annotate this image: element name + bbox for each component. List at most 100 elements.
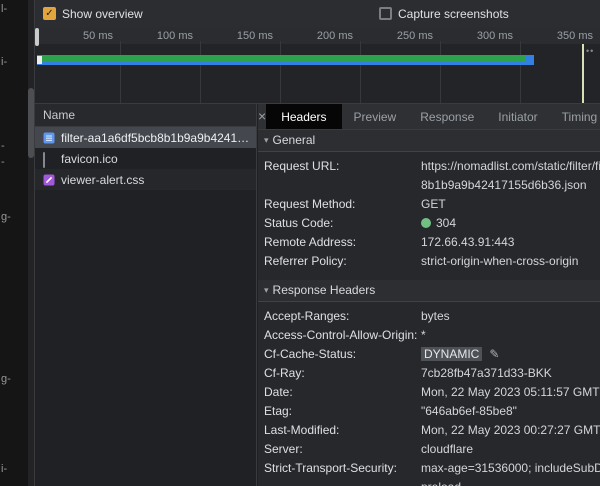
grid-line: [440, 41, 441, 103]
request-waterfall-bar[interactable]: [37, 55, 534, 65]
header-value: Mon, 22 May 2023 05:11:57 GMT: [421, 383, 600, 402]
devtools-network-panel: ✓ Show overview Capture screenshots 50 m…: [34, 0, 600, 486]
close-icon[interactable]: ×: [258, 104, 266, 129]
capture-screenshots-checkbox[interactable]: [379, 7, 392, 20]
details-tab-bar: × Headers Preview Response Initiator Tim…: [258, 104, 600, 130]
chevron-down-icon: ▾: [264, 130, 269, 151]
page-text-fragment: i-: [1, 463, 7, 475]
tab-timing[interactable]: Timing: [550, 104, 600, 129]
page-text-fragment: g-: [1, 211, 11, 223]
header-label: Remote Address:: [264, 233, 421, 252]
header-label: Etag:: [264, 402, 421, 421]
show-overview-label[interactable]: Show overview: [62, 7, 143, 21]
request-name: viewer-alert.css: [61, 173, 144, 187]
header-value: "646ab6ef-85be8": [421, 402, 517, 421]
response-headers-section-header[interactable]: ▾ Response Headers: [258, 280, 600, 302]
tab-preview[interactable]: Preview: [342, 104, 409, 129]
network-overview-timeline[interactable]: 50 ms 100 ms 150 ms 200 ms 250 ms 300 ms…: [35, 27, 600, 103]
header-row-accept-ranges: Accept-Ranges: bytes: [264, 307, 600, 326]
header-row-request-method: Request Method: GET: [264, 195, 600, 214]
header-label: Strict-Transport-Security:: [264, 459, 421, 486]
header-label: Cf-Ray:: [264, 364, 421, 383]
header-row-last-modified: Last-Modified: Mon, 22 May 2023 00:27:27…: [264, 421, 600, 440]
section-title: Response Headers: [273, 280, 376, 301]
request-row-viewer-alert-css[interactable]: viewer-alert.css: [35, 169, 256, 190]
page-text-fragment: l-: [1, 3, 7, 15]
request-bar-start-cap: [37, 56, 42, 64]
sts-line1: max-age=31536000; includeSubDo: [421, 459, 600, 478]
request-url-line2: 8b1b9a9b42417155d6b36.json: [421, 176, 600, 195]
css-file-icon: [43, 174, 55, 186]
header-value: strict-origin-when-cross-origin: [421, 252, 578, 271]
page-text-fragment: i-: [1, 56, 7, 68]
request-details-pane: × Headers Preview Response Initiator Tim…: [258, 104, 600, 486]
show-overview-checkbox[interactable]: ✓: [43, 7, 56, 20]
page-text-fragment: g-: [1, 373, 11, 385]
network-options-toolbar: ✓ Show overview Capture screenshots: [35, 0, 600, 27]
overview-left-grip[interactable]: [35, 28, 39, 46]
request-url-line1: https://nomadlist.com/static/filter/fil: [421, 157, 600, 176]
general-section-header[interactable]: ▾ General: [258, 130, 600, 152]
header-value: https://nomadlist.com/static/filter/fil …: [421, 157, 600, 195]
tab-initiator[interactable]: Initiator: [486, 104, 549, 129]
page-text-fragment: -: [1, 140, 5, 152]
grid-line: [520, 41, 521, 103]
header-row-date: Date: Mon, 22 May 2023 05:11:57 GMT: [264, 383, 600, 402]
header-value: cloudflare: [421, 440, 473, 459]
time-tick-label: 350 ms: [529, 30, 593, 42]
header-row-access-control-allow-origin: Access-Control-Allow-Origin: *: [264, 326, 600, 345]
time-tick-label: 250 ms: [369, 30, 433, 42]
header-row-etag: Etag: "646ab6ef-85be8": [264, 402, 600, 421]
tab-response[interactable]: Response: [408, 104, 486, 129]
response-headers-rows: Accept-Ranges: bytes Access-Control-Allo…: [258, 302, 600, 486]
header-row-server: Server: cloudflare: [264, 440, 600, 459]
header-value: GET: [421, 195, 446, 214]
time-tick-label: 200 ms: [289, 30, 353, 42]
requests-list: Name filter-aa1a6df5bcb8b1b9a9b4241… fav…: [35, 104, 257, 486]
header-value: DYNAMIC ✎: [421, 345, 499, 364]
header-row-strict-transport-security: Strict-Transport-Security: max-age=31536…: [264, 459, 600, 486]
header-row-cf-ray: Cf-Ray: 7cb28fb47a371d33-BKK: [264, 364, 600, 383]
grid-line: [360, 41, 361, 103]
load-event-line: [582, 44, 584, 103]
header-value: Mon, 22 May 2023 00:27:27 GMT: [421, 421, 600, 440]
request-name: favicon.ico: [61, 152, 118, 166]
request-name: filter-aa1a6df5bcb8b1b9a9b4241…: [61, 131, 249, 145]
header-label: Cf-Cache-Status:: [264, 345, 421, 364]
cf-cache-status-value: DYNAMIC: [421, 347, 482, 361]
header-label: Request Method:: [264, 195, 421, 214]
edit-pencil-icon[interactable]: ✎: [489, 347, 499, 361]
header-label: Accept-Ranges:: [264, 307, 421, 326]
background-page-strip: l- i- - - g- g- i-: [0, 0, 28, 486]
header-row-status-code: Status Code: 304: [264, 214, 600, 233]
request-bar-download-segment: [41, 55, 526, 62]
general-section-rows: Request URL: https://nomadlist.com/stati…: [258, 152, 600, 271]
header-row-cf-cache-status: Cf-Cache-Status: DYNAMIC ✎: [264, 345, 600, 364]
time-tick-label: 100 ms: [129, 30, 193, 42]
header-label: Referrer Policy:: [264, 252, 421, 271]
header-value: *: [421, 326, 426, 345]
section-title: General: [273, 130, 316, 151]
header-label: Date:: [264, 383, 421, 402]
grid-line: [120, 41, 121, 103]
header-value: 304: [421, 214, 456, 233]
tab-headers[interactable]: Headers: [266, 104, 341, 129]
header-value: 172.66.43.91:443: [421, 233, 514, 252]
generic-file-icon: [43, 153, 55, 165]
event-dots-icon: ••: [586, 46, 594, 56]
network-main-split: Name filter-aa1a6df5bcb8b1b9a9b4241… fav…: [35, 103, 600, 486]
header-value: max-age=31536000; includeSubDo preload: [421, 459, 600, 486]
sts-line2: preload: [421, 478, 600, 486]
status-code-text: 304: [436, 216, 456, 230]
requests-name-column-header[interactable]: Name: [35, 104, 256, 127]
header-label: Status Code:: [264, 214, 421, 233]
json-file-icon: [43, 132, 55, 144]
time-tick-label: 150 ms: [209, 30, 273, 42]
capture-screenshots-label[interactable]: Capture screenshots: [398, 7, 509, 21]
request-row-favicon[interactable]: favicon.ico: [35, 148, 256, 169]
request-row-filter-json[interactable]: filter-aa1a6df5bcb8b1b9a9b4241…: [35, 127, 256, 148]
header-value: 7cb28fb47a371d33-BKK: [421, 364, 552, 383]
chevron-down-icon: ▾: [264, 280, 269, 301]
header-row-referrer-policy: Referrer Policy: strict-origin-when-cros…: [264, 252, 600, 271]
status-dot-icon: [421, 218, 431, 228]
